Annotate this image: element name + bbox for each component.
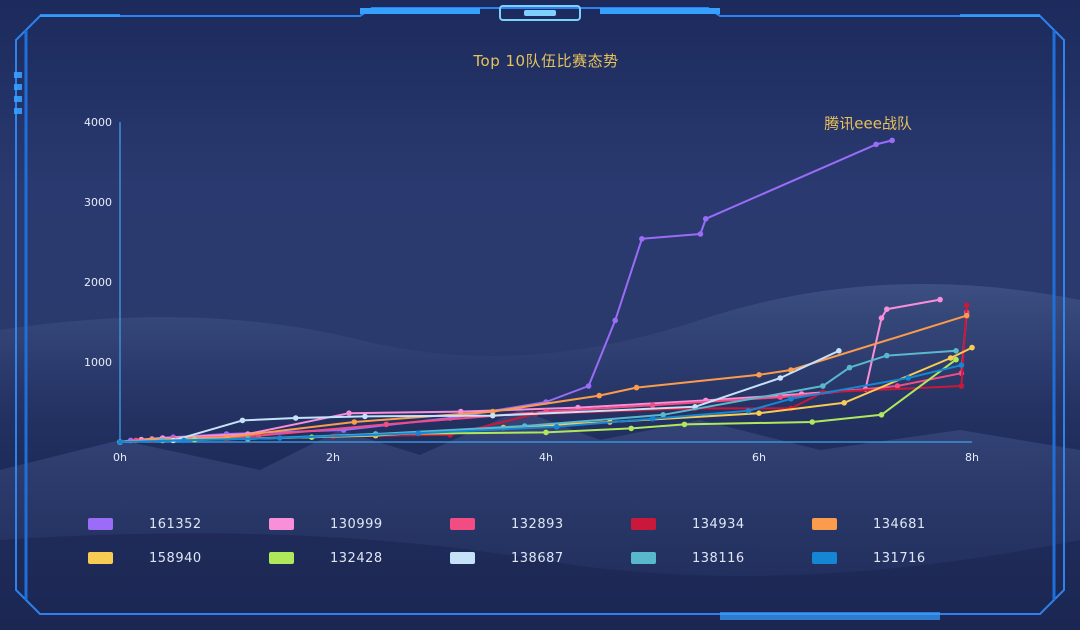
legend-swatch <box>269 518 294 530</box>
data-point <box>836 348 842 354</box>
data-point <box>346 410 352 417</box>
data-point <box>117 439 123 445</box>
data-point <box>628 425 634 432</box>
data-point <box>820 383 826 389</box>
legend-swatch <box>631 552 656 564</box>
data-point <box>362 413 368 420</box>
data-point <box>649 402 656 409</box>
data-point <box>873 141 879 148</box>
legend-item[interactable]: 138116 <box>631 548 745 568</box>
data-point <box>953 356 959 363</box>
x-tick-label: 6h <box>752 451 766 464</box>
y-tick-label: 2000 <box>84 276 112 289</box>
legend-item[interactable]: 131716 <box>812 548 926 568</box>
legend-item[interactable]: 132893 <box>450 514 564 534</box>
x-tick-label: 8h <box>965 451 979 464</box>
data-point <box>585 383 592 389</box>
legend-swatch <box>631 518 656 530</box>
data-point <box>889 137 895 144</box>
data-point <box>809 419 816 425</box>
line-chart: 1000 2000 3000 4000 0h 2h 4h 6h 8h 腾讯eee战队 <box>84 114 979 464</box>
legend-item[interactable]: 134681 <box>812 514 926 534</box>
series-line-132893 <box>119 312 968 443</box>
legend-label: 158940 <box>149 550 202 566</box>
legend-item[interactable]: 130999 <box>269 514 383 534</box>
data-point <box>612 317 619 324</box>
data-point <box>756 372 762 378</box>
legend-label: 132428 <box>330 550 383 566</box>
data-point <box>745 408 752 414</box>
data-point <box>489 412 496 419</box>
y-tick-label: 3000 <box>84 196 112 209</box>
data-point <box>649 416 656 422</box>
data-point <box>415 430 422 437</box>
legend-item[interactable]: 132428 <box>269 548 383 568</box>
data-point <box>181 437 187 444</box>
series-line-132428 <box>119 358 957 443</box>
data-point <box>963 312 970 319</box>
legend-item[interactable]: 138687 <box>450 548 564 568</box>
data-point <box>553 424 560 430</box>
legend-swatch <box>450 552 475 564</box>
legend-label: 161352 <box>149 516 202 532</box>
legend-label: 138687 <box>511 550 564 566</box>
data-point <box>239 417 246 424</box>
data-point <box>969 344 975 351</box>
data-point <box>639 236 645 242</box>
data-point <box>292 415 299 421</box>
legend-item[interactable]: 134934 <box>631 514 745 534</box>
data-point <box>963 302 970 309</box>
legend-label: 134934 <box>692 516 745 532</box>
data-point <box>543 429 549 436</box>
x-tick-label: 0h <box>113 451 127 464</box>
data-point <box>884 306 890 313</box>
legend-item[interactable]: 158940 <box>88 548 202 568</box>
data-point <box>846 364 853 371</box>
legend-swatch <box>88 518 113 530</box>
data-point <box>953 348 959 354</box>
legend-label: 138116 <box>692 550 745 566</box>
data-point <box>756 410 762 417</box>
data-point <box>697 231 704 237</box>
legend-swatch <box>450 518 475 530</box>
data-point <box>947 355 954 361</box>
data-point <box>905 375 911 381</box>
data-point <box>788 396 794 402</box>
data-point <box>958 362 965 369</box>
data-point <box>383 421 390 428</box>
y-tick-label: 1000 <box>84 356 112 369</box>
data-point <box>681 421 688 428</box>
data-point <box>633 384 640 391</box>
legend-swatch <box>812 518 837 530</box>
x-tick-label: 2h <box>326 451 340 464</box>
legend-swatch <box>88 552 113 564</box>
data-point <box>777 375 784 381</box>
data-point <box>702 216 709 222</box>
data-point <box>777 394 784 401</box>
data-point <box>351 419 358 425</box>
data-point <box>878 315 885 321</box>
legend-label: 130999 <box>330 516 383 532</box>
legend-swatch <box>269 552 294 564</box>
data-point <box>937 296 943 303</box>
legend-item[interactable]: 161352 <box>88 514 202 534</box>
leader-annotation: 腾讯eee战队 <box>824 114 912 132</box>
data-point <box>596 392 603 399</box>
legend-label: 131716 <box>873 550 926 566</box>
x-tick-label: 4h <box>539 451 553 464</box>
data-point <box>878 412 885 418</box>
series-line-134681 <box>119 314 967 443</box>
legend-swatch <box>812 552 837 564</box>
data-point <box>276 435 283 441</box>
data-point <box>841 400 847 406</box>
legend-label: 134681 <box>873 516 926 532</box>
data-point <box>884 352 890 359</box>
legend-label: 132893 <box>511 516 564 532</box>
data-point <box>958 383 965 389</box>
y-tick-label: 4000 <box>84 116 112 129</box>
